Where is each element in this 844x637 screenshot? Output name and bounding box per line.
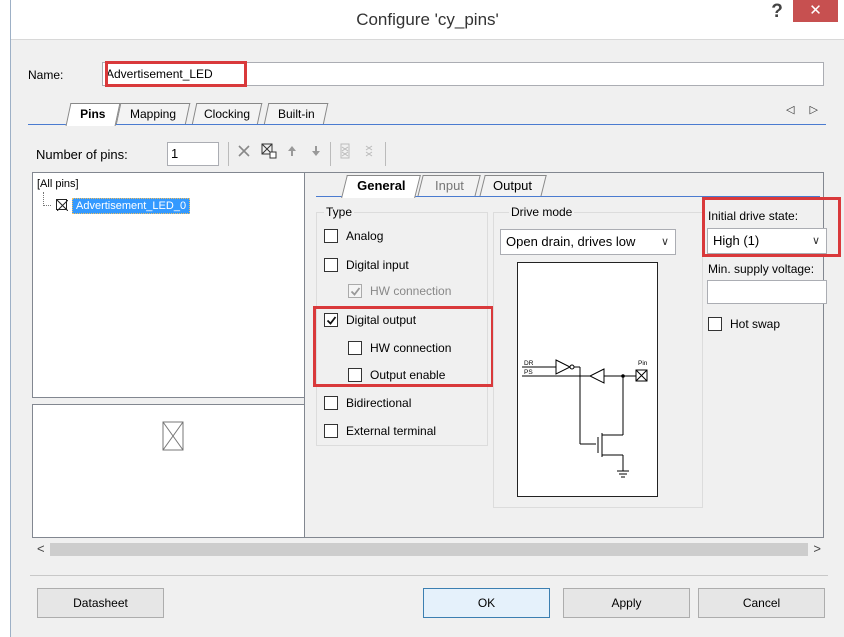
checkbox-box xyxy=(324,396,338,410)
title-bar: Configure 'cy_pins' ? ✕ xyxy=(11,0,844,40)
delete-icon[interactable] xyxy=(234,143,254,165)
checkbox-box xyxy=(324,229,338,243)
checkbox-box xyxy=(324,313,338,327)
close-button[interactable]: ✕ xyxy=(793,0,838,22)
checkbox-label: External terminal xyxy=(346,424,437,438)
move-up-icon[interactable] xyxy=(282,143,302,165)
tree-connector xyxy=(43,192,51,206)
ungroup-icon[interactable] xyxy=(259,143,279,165)
num-pins-input[interactable]: 1 xyxy=(167,142,219,166)
checkbox-label: HW connection xyxy=(370,341,452,355)
min-supply-label: Min. supply voltage: xyxy=(708,262,815,276)
toolbar-separator-2 xyxy=(330,142,331,166)
tree-root-all-pins[interactable]: [All pins] xyxy=(37,178,79,190)
checkbox-box xyxy=(348,368,362,382)
tab-underline xyxy=(28,124,826,125)
datasheet-button[interactable]: Datasheet xyxy=(37,588,164,618)
tab-scroll-arrows[interactable]: ◁ ▷ xyxy=(786,103,824,116)
pin-preview xyxy=(32,404,305,538)
move-down-icon[interactable] xyxy=(306,143,326,165)
tree-item-label: Advertisement_LED_0 xyxy=(72,198,191,214)
drive-mode-schematic: DR PS Pin xyxy=(517,262,658,497)
scroll-left-icon[interactable]: < xyxy=(37,541,45,556)
pin-icon xyxy=(56,199,68,211)
type-group-title: Type xyxy=(324,205,355,219)
apply-button[interactable]: Apply xyxy=(563,588,690,618)
name-label: Name: xyxy=(28,68,64,82)
checkbox-label: HW connection xyxy=(370,284,452,298)
checkbox-box xyxy=(348,341,362,355)
scrollbar-thumb[interactable] xyxy=(50,543,808,556)
chevron-down-icon: ∨ xyxy=(811,235,820,247)
check-icon xyxy=(326,316,337,325)
tab-input[interactable]: Input xyxy=(417,175,481,197)
initial-drive-value: High (1) xyxy=(713,233,760,248)
min-supply-input[interactable] xyxy=(707,280,827,304)
checkbox-box xyxy=(324,258,338,272)
checkbox-label: Digital output xyxy=(346,313,417,327)
schematic-ps-label: PS xyxy=(524,369,533,376)
pins-tree[interactable]: [All pins] Advertisement_LED_0 xyxy=(32,172,305,398)
drive-mode-value: Open drain, drives low xyxy=(506,234,636,249)
drive-mode-title: Drive mode xyxy=(509,205,575,219)
checkbox-label: Digital input xyxy=(346,258,409,272)
num-pins-label: Number of pins: xyxy=(36,147,128,162)
toolbar-separator xyxy=(228,142,229,166)
open-drain-circuit-diagram: DR PS Pin xyxy=(522,359,648,478)
toolbar-separator-3 xyxy=(385,142,386,166)
schematic-dr-label: DR xyxy=(524,360,534,367)
tab-built-in[interactable]: Built-in xyxy=(263,103,329,125)
ok-button[interactable]: OK xyxy=(423,588,550,618)
tab-clocking[interactable]: Clocking xyxy=(191,103,263,125)
group-pins-icon[interactable] xyxy=(336,143,354,165)
cancel-button[interactable]: Cancel xyxy=(698,588,825,618)
checkbox-box xyxy=(708,317,722,331)
help-button[interactable]: ? xyxy=(762,0,792,24)
check-icon xyxy=(350,287,361,296)
checkbox-label: Hot swap xyxy=(730,317,781,331)
initial-drive-label: Initial drive state: xyxy=(708,209,799,223)
scroll-right-icon[interactable]: > xyxy=(813,541,821,556)
checkbox-box xyxy=(324,424,338,438)
checkbox-label: Bidirectional xyxy=(346,396,412,410)
ungroup-pins-icon[interactable] xyxy=(360,143,378,165)
tab-pins[interactable]: Pins xyxy=(65,103,121,126)
checkbox-label: Output enable xyxy=(370,368,446,382)
button-separator xyxy=(30,575,828,576)
schematic-pin-label: Pin xyxy=(638,360,648,367)
tab-output[interactable]: Output xyxy=(479,175,547,197)
pin-preview-icon xyxy=(162,421,184,451)
initial-drive-select[interactable]: High (1) ∨ xyxy=(707,228,827,254)
checkbox-label: Analog xyxy=(346,229,384,243)
tab-general[interactable]: General xyxy=(341,175,421,198)
name-input[interactable]: Advertisement_LED xyxy=(102,62,824,86)
checkbox-box xyxy=(348,284,362,298)
horizontal-scrollbar[interactable]: < > xyxy=(32,540,826,560)
tab-mapping[interactable]: Mapping xyxy=(115,103,191,125)
drive-mode-select[interactable]: Open drain, drives low ∨ xyxy=(500,229,676,255)
dialog-title: Configure 'cy_pins' xyxy=(356,10,499,29)
chevron-down-icon: ∨ xyxy=(660,236,669,248)
